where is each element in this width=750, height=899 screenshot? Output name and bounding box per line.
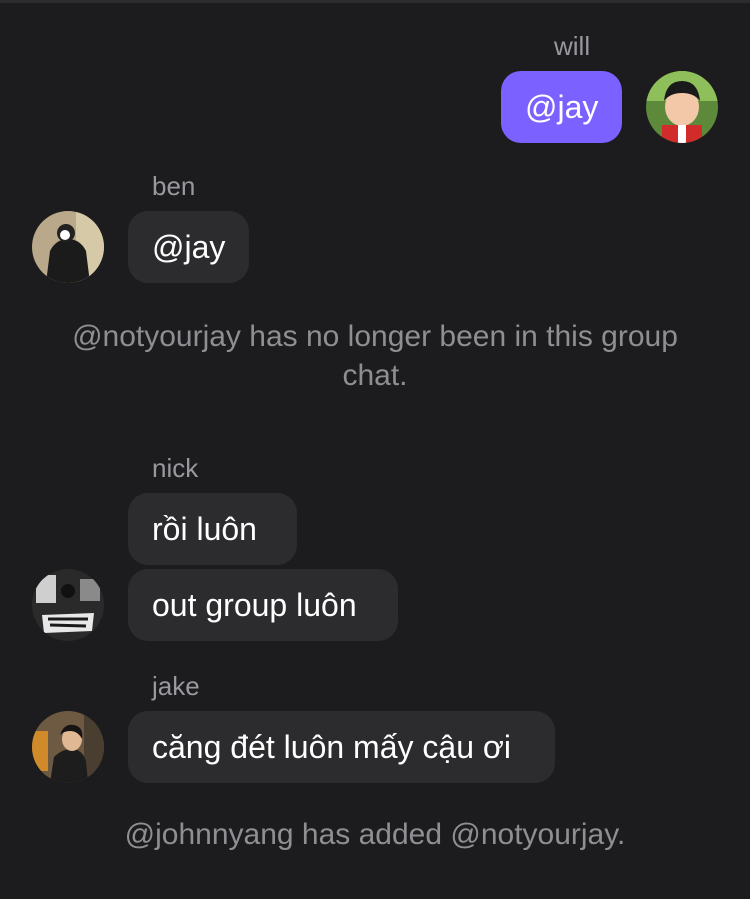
sender-name-jake: jake <box>152 671 200 701</box>
avatar-nick[interactable] <box>32 569 104 641</box>
top-divider <box>0 0 750 3</box>
message-bubble-ben[interactable]: @jay <box>128 211 249 283</box>
system-message-added: @johnnyang has added @notyourjay. <box>124 818 626 851</box>
system-message-left-chat: @notyourjay has no longer been in this g… <box>72 320 678 392</box>
sender-name-will: will <box>554 31 591 61</box>
avatar-jake[interactable] <box>32 711 104 783</box>
message-bubble-will[interactable]: @jay <box>501 71 622 143</box>
message-bubble-nick-1[interactable]: rồi luôn <box>128 493 297 565</box>
avatar-will[interactable] <box>646 71 718 143</box>
message-bubble-nick-2[interactable]: out group luôn <box>128 569 398 641</box>
group-chat-thread: will @jay ben @jay @notyourjay has no lo… <box>0 0 750 899</box>
sender-name-nick: nick <box>152 453 199 483</box>
avatar-ben[interactable] <box>32 211 104 283</box>
message-bubble-jake[interactable]: căng đét luôn mấy cậu ơi <box>128 711 555 783</box>
sender-name-ben: ben <box>152 171 196 201</box>
